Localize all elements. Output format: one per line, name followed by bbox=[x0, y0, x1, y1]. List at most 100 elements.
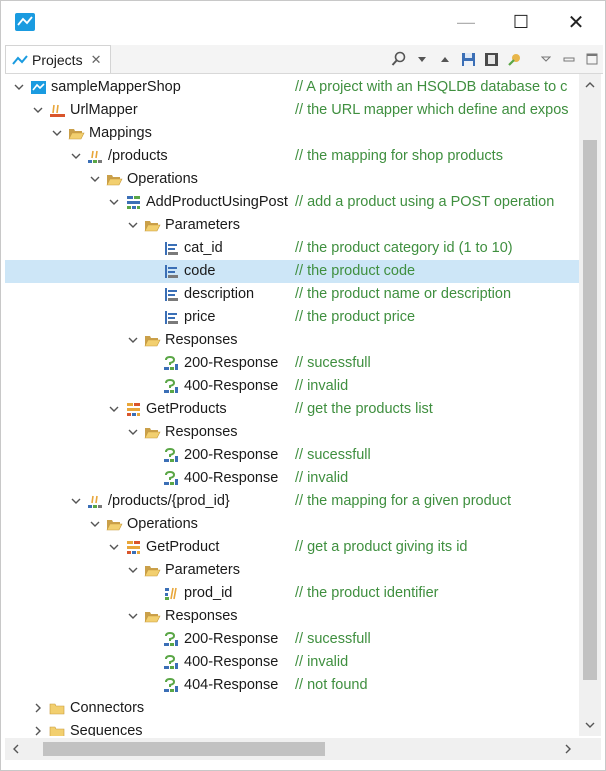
chevron-right-icon[interactable] bbox=[32, 725, 44, 736]
tree-node-comment: // add a product using a POST operation bbox=[295, 194, 555, 210]
tree-row[interactable]: /products/{prod_id} // the mapping for a … bbox=[5, 490, 579, 513]
tree-row[interactable]: UrlMapper // the URL mapper which define … bbox=[5, 99, 579, 122]
tree-node-label: sampleMapperShop bbox=[51, 79, 181, 95]
folder-open-icon bbox=[106, 516, 123, 533]
vertical-scrollbar[interactable] bbox=[579, 74, 601, 736]
minimize-button[interactable]: — bbox=[448, 11, 484, 33]
form-parameter-icon bbox=[163, 240, 180, 257]
save-copy-icon[interactable] bbox=[482, 50, 500, 68]
tree-row[interactable]: Operations bbox=[5, 513, 579, 536]
tree-row[interactable]: 400-Response // invalid bbox=[5, 651, 579, 674]
tree-row[interactable]: price // the product price bbox=[5, 306, 579, 329]
tree-row[interactable]: Responses bbox=[5, 421, 579, 444]
tree-node-comment: // invalid bbox=[295, 378, 349, 394]
mapping-path-icon bbox=[87, 493, 104, 510]
minimize-view-icon[interactable] bbox=[560, 50, 578, 68]
horizontal-scroll-thumb[interactable] bbox=[43, 742, 325, 756]
chevron-right-icon[interactable] bbox=[32, 702, 44, 714]
scroll-left-icon[interactable] bbox=[9, 742, 23, 756]
view-menu-icon[interactable] bbox=[537, 50, 555, 68]
chevron-down-icon[interactable] bbox=[108, 541, 120, 553]
tree-row[interactable]: prod_id // the product identifier bbox=[5, 582, 579, 605]
tree-row[interactable]: 404-Response // not found bbox=[5, 674, 579, 697]
folder-open-icon bbox=[106, 171, 123, 188]
save-icon[interactable] bbox=[459, 50, 477, 68]
scroll-up-icon[interactable] bbox=[583, 78, 597, 92]
tree-node-comment: // the product category id (1 to 10) bbox=[295, 240, 513, 256]
tab-projects[interactable]: Projects ✕ bbox=[5, 45, 111, 73]
tree-row[interactable]: 200-Response // sucessfull bbox=[5, 444, 579, 467]
tree-node-label: 400-Response bbox=[184, 470, 279, 486]
tree-row[interactable]: 200-Response // sucessfull bbox=[5, 352, 579, 375]
tree-node-comment: // the product identifier bbox=[295, 585, 439, 601]
tree-row[interactable]: cat_id // the product category id (1 to 1… bbox=[5, 237, 579, 260]
tree-node-label: Sequences bbox=[70, 723, 143, 736]
folder-open-icon bbox=[144, 608, 161, 625]
chevron-down-icon[interactable] bbox=[89, 173, 101, 185]
close-button[interactable]: ✕ bbox=[558, 11, 594, 34]
tree-row[interactable]: GetProduct // get a product giving its id bbox=[5, 536, 579, 559]
response-icon bbox=[163, 470, 180, 487]
tree-row[interactable]: Parameters bbox=[5, 559, 579, 582]
chevron-down-icon[interactable] bbox=[89, 518, 101, 530]
tree-row[interactable]: 200-Response // sucessfull bbox=[5, 628, 579, 651]
folder-open-icon bbox=[144, 562, 161, 579]
chevron-down-icon[interactable] bbox=[127, 426, 139, 438]
tree-row[interactable]: description // the product name or descri… bbox=[5, 283, 579, 306]
vertical-scroll-thumb[interactable] bbox=[583, 140, 597, 680]
tree-row[interactable]: Operations bbox=[5, 168, 579, 191]
scroll-right-icon[interactable] bbox=[561, 742, 575, 756]
chevron-down-icon[interactable] bbox=[127, 610, 139, 622]
get-operation-icon bbox=[125, 539, 142, 556]
collapse-up-icon[interactable] bbox=[436, 50, 454, 68]
tree-row[interactable]: 400-Response // invalid bbox=[5, 375, 579, 398]
tree-node-label: Responses bbox=[165, 332, 238, 348]
get-operation-icon bbox=[125, 401, 142, 418]
tree-node-label: /products/{prod_id} bbox=[108, 493, 230, 509]
chevron-down-icon[interactable] bbox=[127, 219, 139, 231]
tree-row[interactable]: code // the product code bbox=[5, 260, 579, 283]
tree-row[interactable]: Responses bbox=[5, 329, 579, 352]
tree-row[interactable]: /products // the mapping for shop product… bbox=[5, 145, 579, 168]
chevron-down-icon[interactable] bbox=[51, 127, 63, 139]
tree-node-label: Responses bbox=[165, 608, 238, 624]
tab-close-icon[interactable]: ✕ bbox=[91, 52, 102, 68]
maximize-view-icon[interactable] bbox=[583, 50, 601, 68]
chevron-down-icon[interactable] bbox=[127, 564, 139, 576]
dropdown-arrow-icon[interactable] bbox=[413, 50, 431, 68]
tree-node-comment: // the mapping for a given product bbox=[295, 493, 512, 509]
tree-row[interactable]: Responses bbox=[5, 605, 579, 628]
chevron-down-icon[interactable] bbox=[13, 81, 25, 93]
tree-row[interactable]: 400-Response // invalid bbox=[5, 467, 579, 490]
project-tree[interactable]: sampleMapperShop // A project with an HSQ… bbox=[5, 74, 579, 736]
tree-row[interactable]: GetProducts // get the products list bbox=[5, 398, 579, 421]
tree-row[interactable]: Mappings bbox=[5, 122, 579, 145]
tree-node-label: UrlMapper bbox=[70, 102, 138, 118]
chevron-down-icon[interactable] bbox=[70, 150, 82, 162]
horizontal-scrollbar[interactable] bbox=[5, 738, 579, 760]
scroll-down-icon[interactable] bbox=[583, 718, 597, 732]
mapping-path-icon bbox=[87, 148, 104, 165]
tree-row[interactable]: AddProductUsingPost // add a product usin… bbox=[5, 191, 579, 214]
tree-node-label: 200-Response bbox=[184, 355, 279, 371]
tree-node-label: Parameters bbox=[165, 562, 240, 578]
folder-open-icon bbox=[144, 332, 161, 349]
tree-row[interactable]: sampleMapperShop // A project with an HSQ… bbox=[5, 76, 579, 99]
chevron-down-icon[interactable] bbox=[32, 104, 44, 116]
tree-row[interactable]: Connectors bbox=[5, 697, 579, 720]
title-bar: — ☐ ✕ bbox=[1, 1, 605, 43]
search-icon[interactable] bbox=[390, 50, 408, 68]
tree-row[interactable]: Sequences bbox=[5, 720, 579, 736]
tree-row[interactable]: Parameters bbox=[5, 214, 579, 237]
wizard-icon[interactable] bbox=[505, 50, 523, 68]
tree-node-label: GetProduct bbox=[146, 539, 220, 555]
maximize-button[interactable]: ☐ bbox=[503, 11, 539, 33]
response-icon bbox=[163, 677, 180, 694]
chevron-down-icon[interactable] bbox=[108, 403, 120, 415]
tree-node-label: 404-Response bbox=[184, 677, 279, 693]
tree-node-comment: // the URL mapper which define and expos bbox=[295, 102, 569, 118]
chevron-down-icon[interactable] bbox=[70, 495, 82, 507]
projects-window: — ☐ ✕ Projects ✕ sampleMapperShop // A p… bbox=[0, 0, 606, 771]
chevron-down-icon[interactable] bbox=[108, 196, 120, 208]
chevron-down-icon[interactable] bbox=[127, 334, 139, 346]
